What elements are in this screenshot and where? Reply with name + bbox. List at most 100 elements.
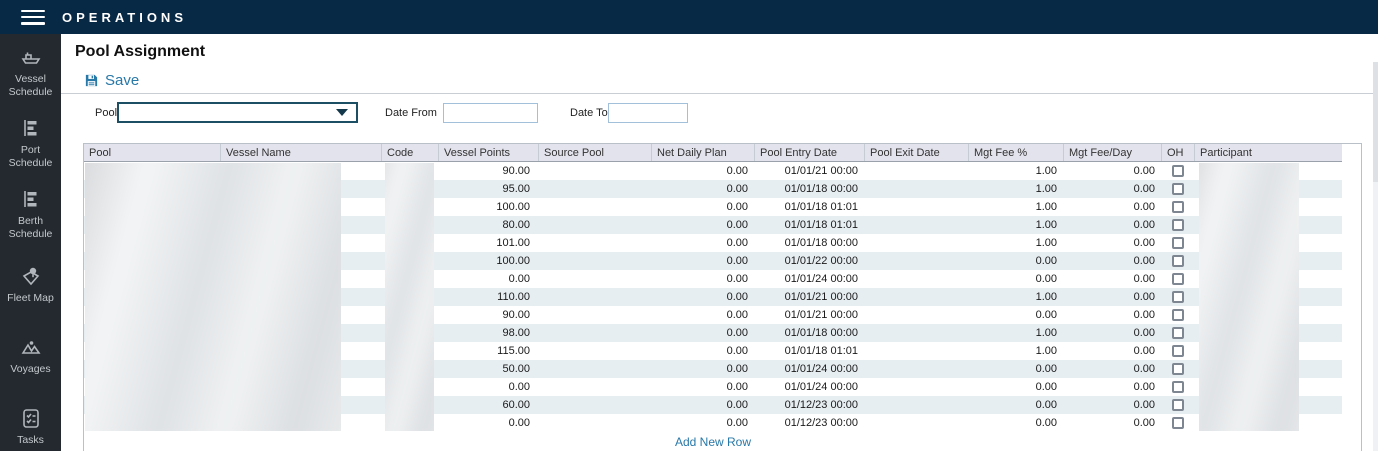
col-header-pool[interactable]: Pool xyxy=(84,144,220,161)
col-header-pool-exit-date[interactable]: Pool Exit Date xyxy=(864,144,968,161)
cell-mgt-fee-day[interactable]: 0.00 xyxy=(1063,219,1161,231)
oh-checkbox[interactable] xyxy=(1172,219,1184,231)
cell-vessel-points[interactable]: 95.00 xyxy=(438,183,538,195)
cell-vessel-points[interactable]: 98.00 xyxy=(438,327,538,339)
page-scrollbar[interactable] xyxy=(1373,62,1378,451)
oh-checkbox[interactable] xyxy=(1172,201,1184,213)
cell-pool-entry-date[interactable]: 01/01/18 00:00 xyxy=(754,327,864,339)
cell-vessel-points[interactable]: 0.00 xyxy=(438,417,538,429)
oh-checkbox[interactable] xyxy=(1172,183,1184,195)
cell-mgt-fee-pct[interactable]: 0.00 xyxy=(968,309,1063,321)
oh-checkbox[interactable] xyxy=(1172,345,1184,357)
cell-mgt-fee-day[interactable]: 0.00 xyxy=(1063,291,1161,303)
date-from-input[interactable] xyxy=(443,103,538,123)
cell-mgt-fee-pct[interactable]: 0.00 xyxy=(968,363,1063,375)
cell-net-daily-plan[interactable]: 0.00 xyxy=(651,399,754,411)
oh-checkbox[interactable] xyxy=(1172,417,1184,429)
cell-net-daily-plan[interactable]: 0.00 xyxy=(651,183,754,195)
cell-net-daily-plan[interactable]: 0.00 xyxy=(651,309,754,321)
sidebar-item-vessel-schedule[interactable]: Vessel Schedule xyxy=(0,34,61,105)
cell-mgt-fee-day[interactable]: 0.00 xyxy=(1063,255,1161,267)
cell-mgt-fee-pct[interactable]: 1.00 xyxy=(968,201,1063,213)
cell-mgt-fee-pct[interactable]: 1.00 xyxy=(968,237,1063,249)
cell-pool-entry-date[interactable]: 01/01/18 00:00 xyxy=(754,237,864,249)
cell-pool-entry-date[interactable]: 01/01/21 00:00 xyxy=(754,291,864,303)
cell-vessel-points[interactable]: 0.00 xyxy=(438,273,538,285)
col-header-mgt-fee-day[interactable]: Mgt Fee/Day xyxy=(1063,144,1161,161)
cell-vessel-points[interactable]: 0.00 xyxy=(438,381,538,393)
cell-net-daily-plan[interactable]: 0.00 xyxy=(651,291,754,303)
oh-checkbox[interactable] xyxy=(1172,291,1184,303)
col-header-oh[interactable]: OH xyxy=(1161,144,1194,161)
cell-mgt-fee-day[interactable]: 0.00 xyxy=(1063,237,1161,249)
cell-pool-entry-date[interactable]: 01/12/23 00:00 xyxy=(754,417,864,429)
col-header-vessel-name[interactable]: Vessel Name xyxy=(220,144,381,161)
cell-mgt-fee-day[interactable]: 0.00 xyxy=(1063,183,1161,195)
sidebar-item-voyages[interactable]: Voyages xyxy=(0,318,61,389)
cell-pool-entry-date[interactable]: 01/01/18 01:01 xyxy=(754,201,864,213)
sidebar-item-tasks[interactable]: Tasks xyxy=(0,389,61,460)
oh-checkbox[interactable] xyxy=(1172,165,1184,177)
pool-dropdown[interactable] xyxy=(117,102,358,123)
add-new-row-link[interactable]: Add New Row xyxy=(675,435,751,449)
oh-checkbox[interactable] xyxy=(1172,255,1184,267)
oh-checkbox[interactable] xyxy=(1172,399,1184,411)
cell-net-daily-plan[interactable]: 0.00 xyxy=(651,345,754,357)
cell-vessel-points[interactable]: 50.00 xyxy=(438,363,538,375)
cell-pool-entry-date[interactable]: 01/01/18 00:00 xyxy=(754,183,864,195)
cell-vessel-points[interactable]: 115.00 xyxy=(438,345,538,357)
cell-mgt-fee-day[interactable]: 0.00 xyxy=(1063,399,1161,411)
oh-checkbox[interactable] xyxy=(1172,363,1184,375)
cell-vessel-points[interactable]: 90.00 xyxy=(438,309,538,321)
cell-vessel-points[interactable]: 100.00 xyxy=(438,255,538,267)
cell-mgt-fee-day[interactable]: 0.00 xyxy=(1063,201,1161,213)
cell-vessel-points[interactable]: 90.00 xyxy=(438,165,538,177)
cell-mgt-fee-day[interactable]: 0.00 xyxy=(1063,381,1161,393)
cell-pool-entry-date[interactable]: 01/01/18 01:01 xyxy=(754,345,864,357)
cell-mgt-fee-pct[interactable]: 1.00 xyxy=(968,327,1063,339)
cell-pool-entry-date[interactable]: 01/01/21 00:00 xyxy=(754,309,864,321)
cell-net-daily-plan[interactable]: 0.00 xyxy=(651,327,754,339)
cell-mgt-fee-day[interactable]: 0.00 xyxy=(1063,273,1161,285)
cell-mgt-fee-pct[interactable]: 0.00 xyxy=(968,273,1063,285)
cell-net-daily-plan[interactable]: 0.00 xyxy=(651,255,754,267)
cell-mgt-fee-day[interactable]: 0.00 xyxy=(1063,363,1161,375)
cell-mgt-fee-pct[interactable]: 0.00 xyxy=(968,381,1063,393)
cell-net-daily-plan[interactable]: 0.00 xyxy=(651,363,754,375)
save-button[interactable]: Save xyxy=(84,72,139,89)
cell-net-daily-plan[interactable]: 0.00 xyxy=(651,219,754,231)
col-header-mgt-fee-pct[interactable]: Mgt Fee % xyxy=(968,144,1063,161)
oh-checkbox[interactable] xyxy=(1172,237,1184,249)
cell-pool-entry-date[interactable]: 01/01/18 01:01 xyxy=(754,219,864,231)
cell-net-daily-plan[interactable]: 0.00 xyxy=(651,417,754,429)
cell-vessel-points[interactable]: 100.00 xyxy=(438,201,538,213)
cell-vessel-points[interactable]: 110.00 xyxy=(438,291,538,303)
cell-net-daily-plan[interactable]: 0.00 xyxy=(651,165,754,177)
date-to-input[interactable] xyxy=(608,103,688,123)
cell-mgt-fee-day[interactable]: 0.00 xyxy=(1063,165,1161,177)
cell-net-daily-plan[interactable]: 0.00 xyxy=(651,201,754,213)
col-header-code[interactable]: Code xyxy=(381,144,438,161)
col-header-participant[interactable]: Participant xyxy=(1194,144,1342,161)
scrollbar-thumb[interactable] xyxy=(1373,62,1378,182)
cell-mgt-fee-pct[interactable]: 1.00 xyxy=(968,291,1063,303)
cell-mgt-fee-day[interactable]: 0.00 xyxy=(1063,327,1161,339)
cell-pool-entry-date[interactable]: 01/01/22 00:00 xyxy=(754,255,864,267)
menu-hamburger-icon[interactable] xyxy=(21,10,45,25)
col-header-source-pool[interactable]: Source Pool xyxy=(538,144,651,161)
cell-vessel-points[interactable]: 80.00 xyxy=(438,219,538,231)
oh-checkbox[interactable] xyxy=(1172,309,1184,321)
cell-net-daily-plan[interactable]: 0.00 xyxy=(651,237,754,249)
col-header-vessel-points[interactable]: Vessel Points xyxy=(438,144,538,161)
cell-mgt-fee-day[interactable]: 0.00 xyxy=(1063,345,1161,357)
cell-mgt-fee-day[interactable]: 0.00 xyxy=(1063,417,1161,429)
cell-mgt-fee-day[interactable]: 0.00 xyxy=(1063,309,1161,321)
cell-mgt-fee-pct[interactable]: 0.00 xyxy=(968,417,1063,429)
cell-mgt-fee-pct[interactable]: 1.00 xyxy=(968,219,1063,231)
cell-mgt-fee-pct[interactable]: 1.00 xyxy=(968,345,1063,357)
cell-mgt-fee-pct[interactable]: 1.00 xyxy=(968,165,1063,177)
cell-mgt-fee-pct[interactable]: 1.00 xyxy=(968,183,1063,195)
sidebar-item-fleet-map[interactable]: Fleet Map xyxy=(0,247,61,318)
cell-mgt-fee-pct[interactable]: 0.00 xyxy=(968,399,1063,411)
cell-mgt-fee-pct[interactable]: 0.00 xyxy=(968,255,1063,267)
